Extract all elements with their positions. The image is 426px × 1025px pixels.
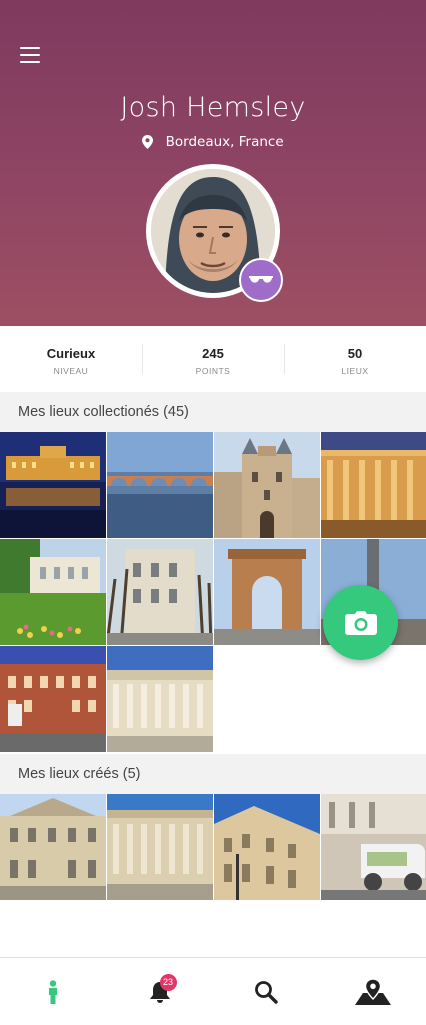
stat-places: 50 LIEUX bbox=[284, 326, 426, 392]
photo-tile[interactable] bbox=[0, 539, 106, 645]
tab-search[interactable] bbox=[213, 958, 320, 1025]
created-section-title: Mes lieux créés (5) bbox=[0, 754, 426, 794]
stat-level: Curieux NIVEAU bbox=[0, 326, 142, 392]
notification-count-badge: 23 bbox=[160, 974, 177, 991]
photo-tile[interactable] bbox=[0, 794, 106, 900]
photo-tile[interactable] bbox=[0, 646, 106, 752]
tab-notifications[interactable]: 23 bbox=[107, 958, 214, 1025]
stats-bar: Curieux NIVEAU 245 POINTS 50 LIEUX bbox=[0, 326, 426, 392]
camera-icon bbox=[345, 611, 377, 635]
stat-label: LIEUX bbox=[284, 366, 426, 376]
map-pin-icon bbox=[355, 979, 391, 1005]
profile-header: Josh Hemsley Bordeaux, France bbox=[0, 0, 426, 326]
profile-name: Josh Hemsley bbox=[0, 92, 426, 123]
photo-tile[interactable] bbox=[321, 794, 426, 900]
photo-tile[interactable] bbox=[107, 432, 213, 538]
collected-section-title: Mes lieux collectionés (45) bbox=[0, 392, 426, 432]
photo-tile[interactable] bbox=[107, 539, 213, 645]
photo-tile[interactable] bbox=[214, 794, 320, 900]
photo-tile[interactable] bbox=[321, 432, 426, 538]
profile-screen: Josh Hemsley Bordeaux, France bbox=[0, 0, 426, 1024]
stat-value: 245 bbox=[142, 346, 284, 361]
created-grid bbox=[0, 794, 426, 900]
bottom-tab-bar: 23 bbox=[0, 957, 426, 1025]
stat-label: POINTS bbox=[142, 366, 284, 376]
stat-points: 245 POINTS bbox=[142, 326, 284, 392]
tab-profile[interactable] bbox=[0, 958, 107, 1025]
menu-icon[interactable] bbox=[20, 47, 40, 63]
photo-tile[interactable] bbox=[0, 432, 106, 538]
search-icon bbox=[254, 980, 278, 1004]
photo-tile[interactable] bbox=[214, 539, 320, 645]
profile-icon bbox=[47, 980, 59, 1004]
profile-location: Bordeaux, France bbox=[0, 134, 426, 150]
photo-tile[interactable] bbox=[107, 646, 213, 752]
stat-value: Curieux bbox=[0, 346, 142, 361]
stat-label: NIVEAU bbox=[0, 366, 142, 376]
photo-tile[interactable] bbox=[107, 794, 213, 900]
location-pin-icon bbox=[142, 135, 153, 149]
tab-map[interactable] bbox=[320, 958, 426, 1025]
location-text: Bordeaux, France bbox=[166, 134, 284, 150]
glasses-badge-icon[interactable] bbox=[239, 258, 283, 302]
photo-tile[interactable] bbox=[214, 432, 320, 538]
stat-value: 50 bbox=[284, 346, 426, 361]
camera-button[interactable] bbox=[323, 585, 398, 660]
